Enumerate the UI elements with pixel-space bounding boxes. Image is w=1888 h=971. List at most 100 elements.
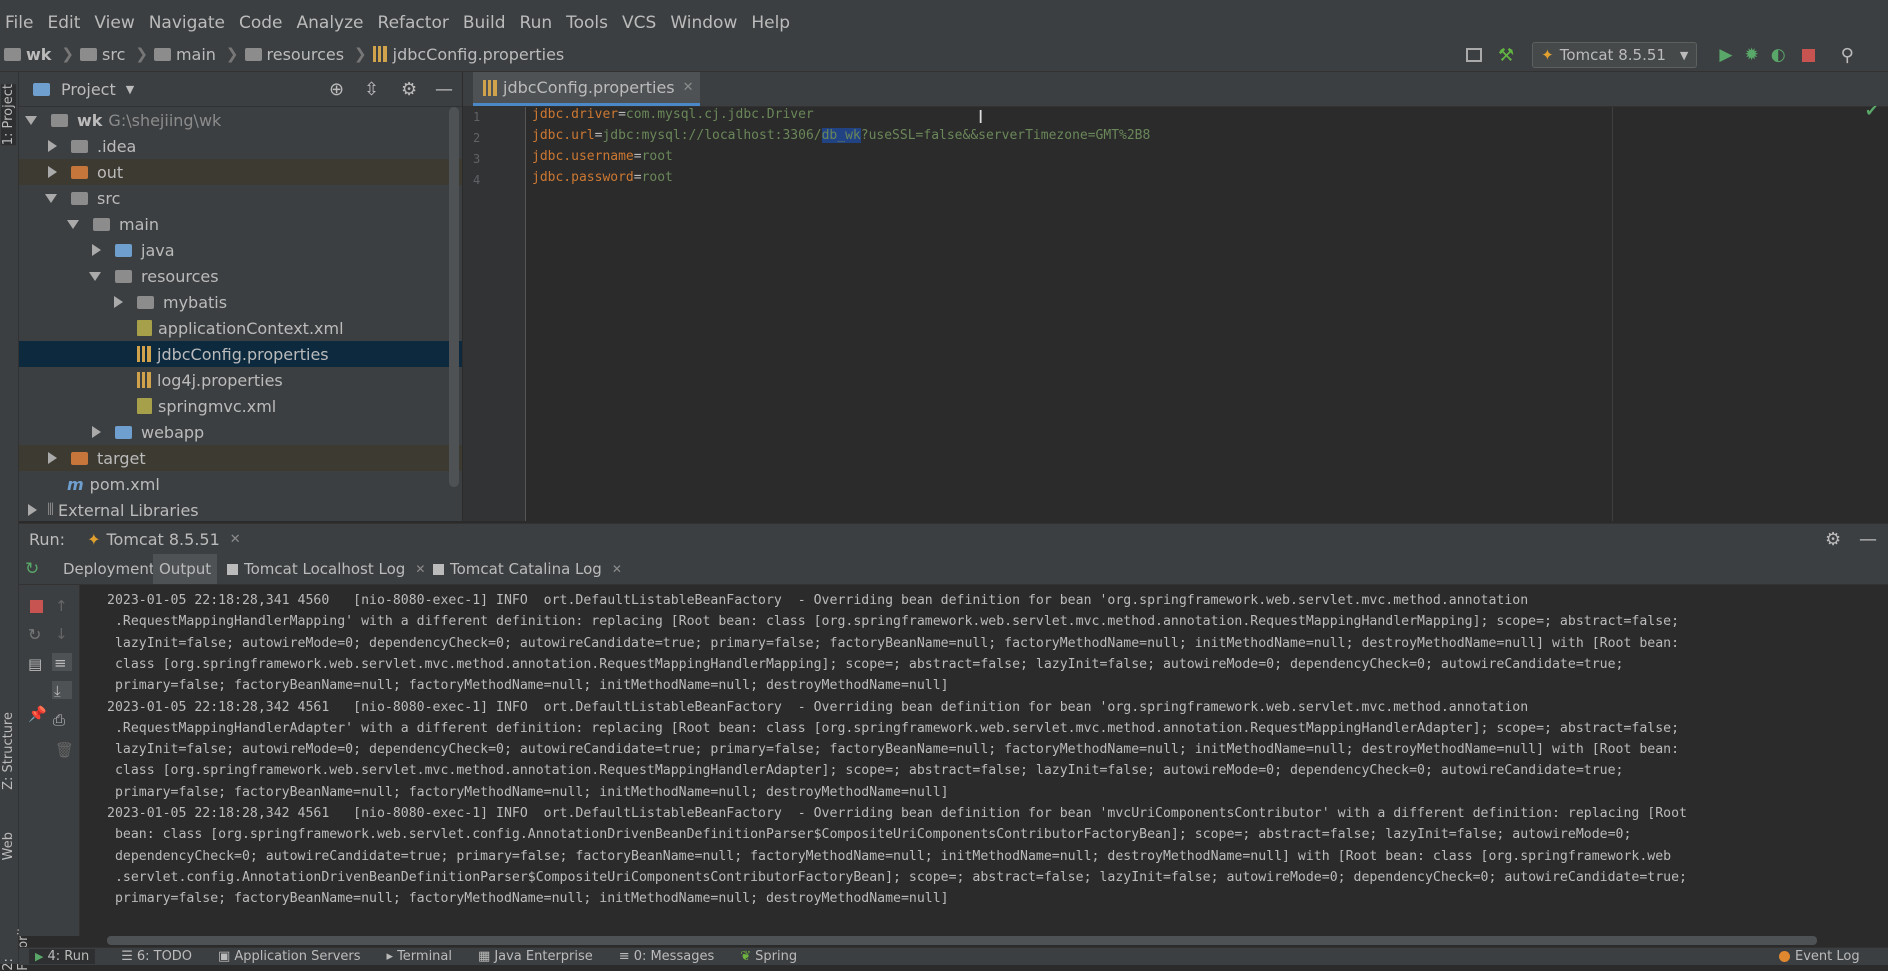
breadcrumb-label: main <box>175 44 216 64</box>
editor-tab-jdbcconfig[interactable]: jdbcConfig.properties ✕ <box>473 72 700 106</box>
tree-item-main[interactable]: main <box>19 211 462 237</box>
tree-item-out[interactable]: out <box>19 159 462 185</box>
breadcrumb-resources[interactable]: resources <box>241 45 344 64</box>
tool-tab-run[interactable]: ▶ 4: Run <box>29 949 96 964</box>
tree-item-java[interactable]: java <box>19 237 462 263</box>
tree-item-mybatis[interactable]: mybatis <box>19 289 462 315</box>
close-icon[interactable]: ✕ <box>683 80 694 95</box>
console-horizontal-scrollbar[interactable] <box>107 936 1817 945</box>
menu-build[interactable]: Build <box>458 13 515 33</box>
print-icon[interactable]: ⎙ <box>53 711 69 729</box>
menu-vcs[interactable]: VCS <box>617 13 665 33</box>
tool-tab-web[interactable]: Web <box>1 832 16 860</box>
collapse-all-icon[interactable]: ⇳ <box>364 79 379 100</box>
menu-refactor[interactable]: Refactor <box>373 13 458 33</box>
trash-icon[interactable]: 🗑 <box>55 741 74 759</box>
breadcrumb-label: wk <box>26 44 52 64</box>
menu-code[interactable]: Code <box>234 13 292 33</box>
tool-tab-todo[interactable]: ☰ 6: TODO <box>121 949 192 964</box>
tree-item-idea[interactable]: .idea <box>19 133 462 159</box>
tool-tab-label: 0: Messages <box>633 949 715 964</box>
tab-tomcat-catalina-log[interactable]: Tomcat Catalina Log ✕ <box>427 554 628 584</box>
tree-item-external-libraries[interactable]: ⦀ External Libraries <box>19 497 462 521</box>
tool-tab-application-servers[interactable]: ▣ Application Servers <box>218 949 360 964</box>
breadcrumb-main[interactable]: main <box>150 45 216 64</box>
tool-tab-java-enterprise[interactable]: ▦ Java Enterprise <box>478 949 593 964</box>
editor-gutter: 1 2 3 4 <box>463 107 526 521</box>
console-line: class [org.springframework.web.servlet.m… <box>107 657 1624 672</box>
breadcrumb-label: src <box>102 44 126 64</box>
tab-tomcat-localhost-log[interactable]: Tomcat Localhost Log ✕ <box>221 554 431 584</box>
menu-file[interactable]: File <box>0 13 42 33</box>
minimize-icon[interactable]: — <box>435 79 453 100</box>
tree-item-log4j-properties[interactable]: log4j.properties <box>19 367 462 393</box>
collapsed-arrow-icon <box>114 296 123 308</box>
code-editor[interactable]: jdbc.driver=com.mysql.cj.jdbc.Driver jdb… <box>526 101 1888 521</box>
breadcrumb-file[interactable]: jdbcConfig.properties <box>369 45 564 64</box>
menu-view[interactable]: View <box>89 13 143 33</box>
down-arrow-icon[interactable]: ↓ <box>55 625 71 643</box>
menu-tools[interactable]: Tools <box>561 13 617 33</box>
java-enterprise-icon: ▦ <box>478 949 491 964</box>
run-config-tab[interactable]: Tomcat 8.5.51 <box>106 530 219 549</box>
breadcrumb-wk[interactable]: wk <box>0 45 51 64</box>
tool-tab-spring[interactable]: ❦ Spring <box>740 949 797 964</box>
tree-item-jdbcconfig-properties[interactable]: jdbcConfig.properties <box>19 341 462 367</box>
gear-icon[interactable]: ⚙ <box>401 79 417 100</box>
pin-icon[interactable]: 📌 <box>28 705 47 723</box>
run-icon[interactable]: ▶ <box>1719 45 1732 65</box>
tree-item-webapp[interactable]: webapp <box>19 419 462 445</box>
up-arrow-icon[interactable]: ↑ <box>55 597 71 615</box>
properties-file-icon <box>372 46 387 62</box>
menu-navigate[interactable]: Navigate <box>144 13 234 33</box>
restart-icon[interactable]: ↻ <box>28 625 44 644</box>
close-icon[interactable]: ✕ <box>230 532 241 547</box>
tab-output[interactable]: Output <box>153 554 218 584</box>
menu-help[interactable]: Help <box>746 13 799 33</box>
soft-wrap-icon[interactable]: ≡ <box>52 653 72 672</box>
menu-analyze[interactable]: Analyze <box>292 13 373 33</box>
tree-item-springmvc-xml[interactable]: springmvc.xml <box>19 393 462 419</box>
build-hammer-icon[interactable]: ⚒ <box>1498 45 1514 66</box>
tree-item-applicationcontext-xml[interactable]: applicationContext.xml <box>19 315 462 341</box>
project-structure-icon[interactable] <box>1466 48 1482 62</box>
minimize-icon[interactable]: — <box>1859 529 1877 550</box>
project-tree-scrollbar[interactable] <box>449 107 459 487</box>
tree-item-resources[interactable]: resources <box>19 263 462 289</box>
project-panel-title[interactable]: Project <box>61 80 116 99</box>
tree-item-target[interactable]: target <box>19 445 462 471</box>
close-icon[interactable]: ✕ <box>612 562 622 576</box>
tool-tab-terminal[interactable]: ▸ Terminal <box>387 949 452 964</box>
debug-icon[interactable]: ✹ <box>1744 45 1758 65</box>
tree-item-src[interactable]: src <box>19 185 462 211</box>
tree-item-pom-xml[interactable]: m pom.xml <box>19 471 462 497</box>
run-configuration-dropdown[interactable]: ✦ Tomcat 8.5.51 ▼ <box>1532 42 1698 68</box>
gear-icon[interactable]: ⚙ <box>1825 529 1841 550</box>
stop-icon[interactable] <box>30 600 43 613</box>
resources-folder-icon <box>115 269 132 283</box>
property-value: com.mysql.cj.jdbc.Driver <box>625 107 814 122</box>
locate-icon[interactable]: ⊕ <box>329 79 344 100</box>
close-icon[interactable]: ✕ <box>415 562 425 576</box>
tool-tab-messages[interactable]: ≡ 0: Messages <box>619 949 714 964</box>
chevron-down-icon[interactable]: ▼ <box>126 83 134 96</box>
tool-tab-structure[interactable]: Z: Structure <box>1 712 16 790</box>
search-icon[interactable]: ⚲ <box>1841 45 1854 66</box>
tree-item-label: main <box>119 214 159 234</box>
tool-tab-project[interactable]: 1: Project <box>1 84 16 146</box>
breadcrumb-src[interactable]: src <box>76 45 125 64</box>
rerun-icon[interactable]: ↻ <box>25 559 39 579</box>
layout-icon[interactable]: ▤ <box>28 655 44 673</box>
console-output[interactable]: 2023-01-05 22:18:28,341 4560 [nio-8080-e… <box>80 585 1888 936</box>
tool-tab-event-log[interactable]: Event Log <box>1779 949 1860 964</box>
property-value: root <box>641 170 673 185</box>
coverage-icon[interactable]: ◐ <box>1771 45 1786 65</box>
scroll-to-end-icon[interactable]: ⤓ <box>52 681 72 700</box>
tree-item-wk[interactable]: wk G:\shejiing\wk <box>19 107 462 133</box>
stop-icon[interactable] <box>1801 48 1815 62</box>
menu-run[interactable]: Run <box>515 13 562 33</box>
menu-window[interactable]: Window <box>665 13 746 33</box>
tab-deployment[interactable]: Deployment <box>57 554 161 584</box>
menu-edit[interactable]: Edit <box>42 13 89 33</box>
expanded-arrow-icon <box>25 115 37 125</box>
